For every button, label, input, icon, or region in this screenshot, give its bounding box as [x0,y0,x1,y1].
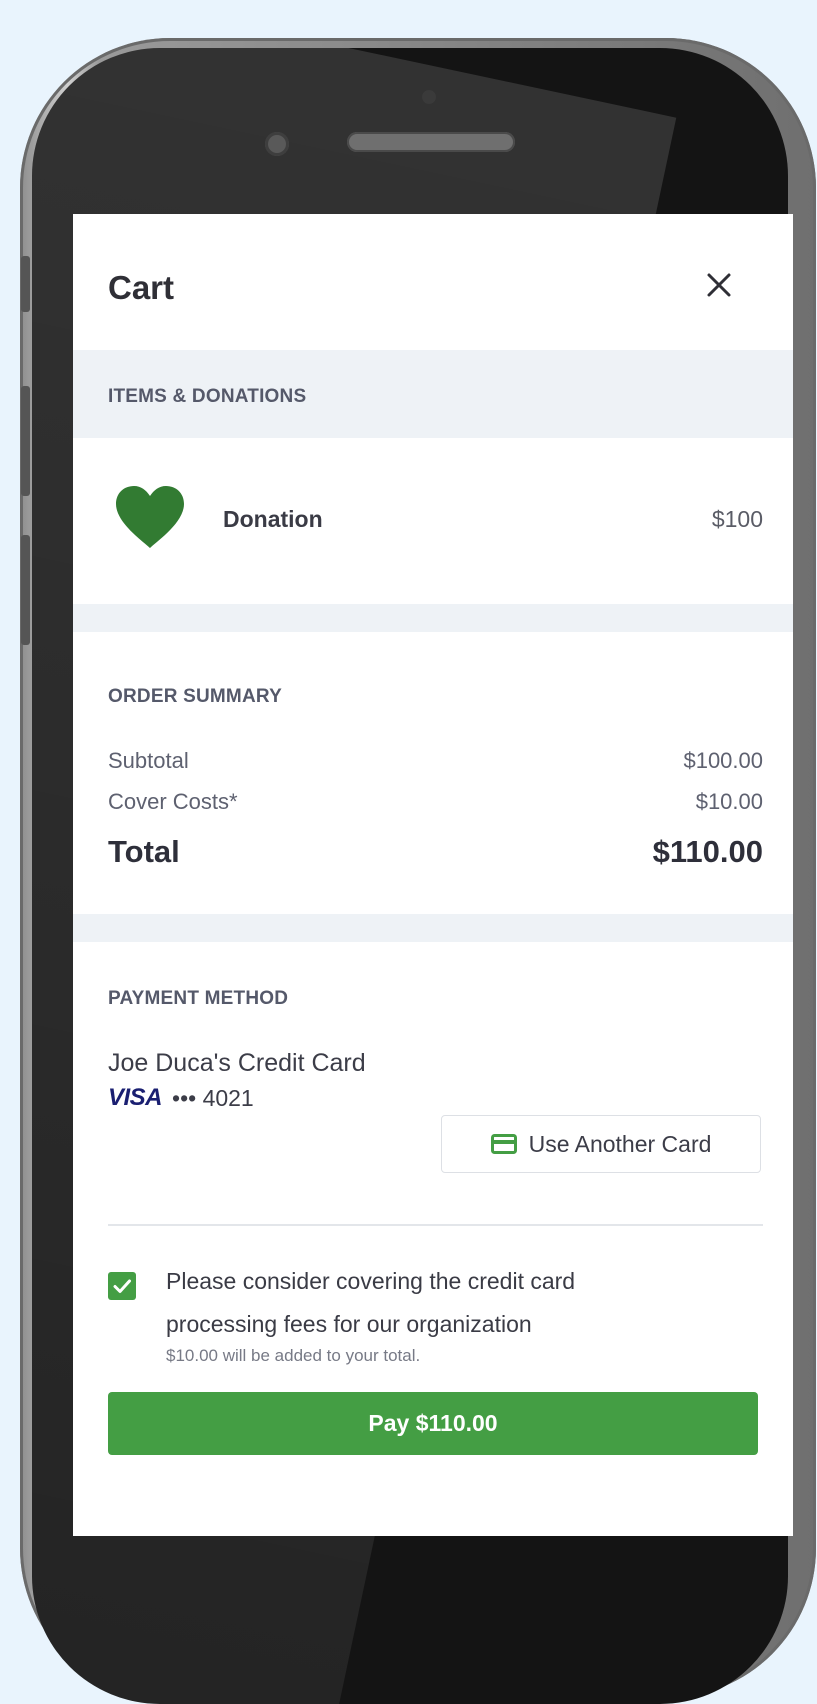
phone-side-button [21,386,30,496]
summary-total: Total $110.00 [108,834,763,870]
cover-fees-note: $10.00 will be added to your total. [166,1346,421,1365]
close-icon [707,273,731,297]
summary-label: Cover Costs* [108,789,238,814]
section-label: PAYMENT METHOD [108,988,289,1009]
phone-side-button [21,535,30,645]
visa-logo: VISA [108,1084,163,1111]
cover-fees-checkbox[interactable] [108,1272,136,1300]
item-price: $100 [711,506,763,532]
card-details: VISA ••• 4021 [108,1084,254,1112]
summary-row-cover-costs: Cover Costs* $10.00 [108,789,763,815]
page-title: Cart [108,269,175,306]
phone-speaker [347,132,515,152]
summary-row-subtotal: Subtotal $100.00 [108,748,763,774]
total-label: Total [108,834,180,869]
card-number-masked: ••• 4021 [172,1084,254,1111]
divider [108,1224,763,1226]
button-label: Use Another Card [528,1130,712,1157]
section-label: ORDER SUMMARY [108,686,282,707]
checkmark-icon [113,1279,131,1293]
section-spacer [73,604,793,632]
phone-sensor [422,90,436,104]
heart-icon [116,486,184,548]
summary-value: $10.00 [695,789,763,814]
summary-label: Subtotal [108,748,189,773]
close-button[interactable] [700,266,738,304]
cart-header: Cart [73,214,793,350]
credit-card-icon [490,1134,517,1154]
payment-method: PAYMENT METHOD Joe Duca's Credit Card VI… [73,942,793,1536]
summary-value: $100.00 [683,748,763,773]
cart-screen: Cart ITEMS & DONATIONS Donation $100 ORD… [73,214,793,1536]
phone-side-button [21,256,30,312]
use-another-card-button[interactable]: Use Another Card [441,1115,761,1173]
cover-fees-label: Please consider covering the credit card… [166,1268,576,1337]
card-holder-name: Joe Duca's Credit Card [108,1049,366,1077]
section-label: ITEMS & DONATIONS [108,386,307,407]
order-summary: ORDER SUMMARY Subtotal $100.00 Cover Cos… [73,632,793,914]
items-section-header: ITEMS & DONATIONS [73,350,793,438]
pay-button[interactable]: Pay $110.00 [108,1392,758,1455]
total-value: $110.00 [652,834,763,869]
list-item: Donation $100 [73,438,793,604]
section-spacer [73,914,793,942]
phone-camera [265,132,289,156]
item-name: Donation [223,506,323,532]
